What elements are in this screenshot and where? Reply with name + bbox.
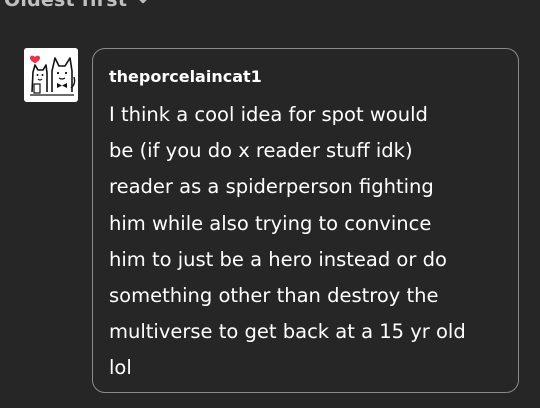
sort-label: Oldest first bbox=[4, 0, 128, 11]
sort-dropdown[interactable]: Oldest first bbox=[0, 0, 151, 12]
user-avatar[interactable] bbox=[24, 48, 78, 102]
comment-bubble: theporcelaincat1 I think a cool idea for… bbox=[92, 48, 519, 393]
comment-text: I think a cool idea for spot would be (i… bbox=[109, 103, 466, 380]
cat-avatar-icon bbox=[24, 48, 78, 102]
chevron-down-icon bbox=[135, 0, 151, 8]
comment-username[interactable]: theporcelaincat1 bbox=[109, 66, 502, 88]
